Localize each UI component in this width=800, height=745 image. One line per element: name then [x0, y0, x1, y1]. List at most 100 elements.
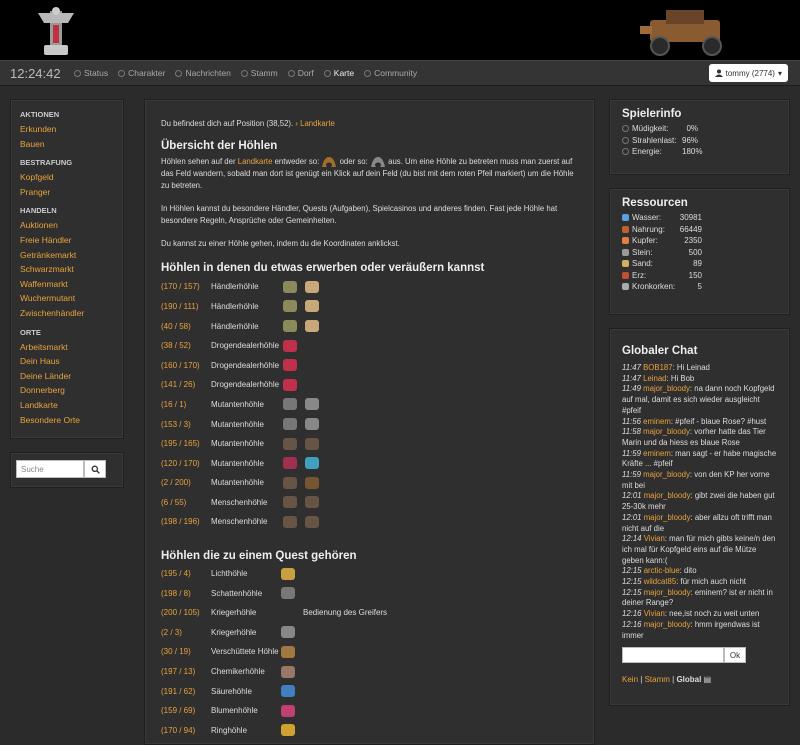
chat-user-link[interactable]: Leinad [643, 374, 666, 383]
cave-coord-link[interactable]: (195 / 165) [161, 439, 211, 448]
nav-item-status[interactable]: Status [74, 68, 108, 78]
sidebar-item[interactable]: Arbeitsmarkt [20, 340, 114, 355]
cave-coord-link[interactable]: (200 / 105) [161, 608, 211, 617]
sidebar-heading: HANDELN [20, 206, 57, 216]
user-menu-button[interactable]: tommy (2774) ▾ [708, 64, 788, 82]
sidebar-item[interactable]: Pranger [20, 185, 114, 200]
chat-user-link[interactable]: BOB187 [643, 363, 672, 372]
cave-row: (120 / 170) Mutantenhöhle [161, 453, 578, 473]
cave-item-icon-2 [305, 320, 327, 333]
cave-coord-link[interactable]: (198 / 8) [161, 589, 211, 598]
cave-coord-link[interactable]: (191 / 62) [161, 687, 211, 696]
cave-coord-link[interactable]: (170 / 94) [161, 726, 211, 735]
chat-text: : Hi Leinad [672, 363, 710, 372]
sidebar-item[interactable]: Landkarte [20, 398, 114, 413]
chat-time: 12:01 [622, 491, 642, 501]
sidebar-item[interactable]: Kopfgeld [20, 170, 114, 185]
nav-item-karte[interactable]: Karte [323, 68, 354, 78]
chat-user-link[interactable]: eminem [643, 449, 671, 458]
sidebar-item[interactable]: Deine Länder [20, 369, 114, 384]
sidebar-item[interactable]: Besondere Orte [20, 413, 114, 428]
chat-send-button[interactable]: Ok [724, 647, 746, 664]
cave-coord-link[interactable]: (170 / 157) [161, 282, 211, 291]
chat-user-link[interactable]: arctic-blue [644, 566, 680, 575]
intro-landkarte-link[interactable]: Landkarte [238, 157, 273, 166]
intro-c: oder so: [339, 157, 368, 167]
chat-user-link[interactable]: major_bloody [644, 588, 691, 597]
nav-item-nachrichten[interactable]: Nachrichten [175, 68, 231, 78]
cave-coord-link[interactable]: (30 / 19) [161, 647, 211, 656]
clock: 12:24:42 [10, 66, 61, 81]
cave-coord-link[interactable]: (141 / 26) [161, 380, 211, 389]
search-input[interactable]: Suche [16, 460, 84, 478]
chat-archive-icon[interactable]: ▤ [704, 675, 712, 684]
resource-rows: Wasser: 30981 Nahrung: 66449 Kupfer: 2350 Stei… [622, 212, 777, 293]
sidebar-item[interactable]: Freie Händler [20, 233, 114, 248]
chat-user-link[interactable]: major_bloody [644, 620, 691, 629]
resource-row: Erz: 150 [622, 270, 777, 282]
nav-charakter-icon [118, 69, 126, 77]
player-info-label: Müdigkeit: [622, 123, 682, 135]
item-icon [281, 724, 295, 737]
nav-item-stamm[interactable]: Stamm [240, 68, 278, 78]
cave-coord-link[interactable]: (160 / 170) [161, 361, 211, 370]
chat-tab-global[interactable]: Global [676, 675, 701, 684]
nav-item-dorf[interactable]: Dorf [287, 68, 314, 78]
sidebar-heading: BESTRAFUNG [20, 158, 73, 168]
cave-coord-link[interactable]: (120 / 170) [161, 459, 211, 468]
chat-time: 11:49 [622, 384, 641, 394]
resource-label: Erz: [622, 270, 676, 282]
cave-name: Menschenhöhle [211, 517, 268, 527]
chat-tab-stamm[interactable]: Stamm [645, 675, 670, 684]
sidebar-item[interactable]: Schwarzmarkt [20, 262, 114, 277]
resource-label-text: Stein: [632, 247, 653, 257]
item-icon [305, 496, 319, 509]
cave-coord-link[interactable]: (153 / 3) [161, 420, 211, 429]
cave-coord-link[interactable]: (198 / 196) [161, 517, 211, 526]
cave-coord-link[interactable]: (2 / 3) [161, 628, 211, 637]
chat-user-link[interactable]: eminem [643, 417, 671, 426]
cave-coord-link[interactable]: (197 / 13) [161, 667, 211, 676]
cave-coord-link[interactable]: (159 / 69) [161, 706, 211, 715]
sidebar-item[interactable]: Waffenmarkt [20, 277, 114, 292]
trade-caves-title: Höhlen in denen du etwas erwerben oder v… [161, 262, 485, 275]
cave-coord-link[interactable]: (195 / 4) [161, 569, 211, 578]
chat-message: 11:59 major_bloody: von den KP her vorne… [622, 470, 777, 491]
search-button[interactable] [84, 460, 106, 478]
chat-user-link[interactable]: major_bloody [643, 427, 690, 436]
chat-tab-kein[interactable]: Kein [622, 675, 638, 684]
separator: | [672, 675, 675, 685]
cave-coord-link[interactable]: (38 / 52) [161, 341, 211, 350]
sidebar-item[interactable]: Wuchermutant [20, 291, 114, 306]
chat-user-link[interactable]: Vivian [644, 534, 665, 543]
nav-item-community[interactable]: Community [364, 68, 417, 78]
cave-coord-link[interactable]: (16 / 1) [161, 400, 211, 409]
chat-user-link[interactable]: major_bloody [644, 491, 691, 500]
player-info-label-text: Müdigkeit: [632, 124, 669, 133]
resource-row: Nahrung: 66449 [622, 224, 777, 236]
sidebar-item[interactable]: Zwischenhändler [20, 306, 114, 321]
chat-user-link[interactable]: major_bloody [643, 470, 690, 479]
landkarte-link[interactable]: › Landkarte [295, 119, 334, 128]
cave-coord-link[interactable]: (40 / 58) [161, 322, 211, 331]
chat-user-link[interactable]: wildcat85 [644, 577, 677, 586]
sidebar-item[interactable]: Donnerberg [20, 383, 114, 398]
sidebar-item[interactable]: Bauen [20, 137, 114, 152]
user-name: tommy (2774) [725, 68, 775, 78]
chat-user-link[interactable]: Vivian [644, 609, 665, 618]
cave-item-icon [283, 300, 305, 313]
cave-name: Lichthöhle [211, 569, 248, 579]
cave-coord-link[interactable]: (2 / 200) [161, 478, 211, 487]
logo-icon[interactable] [30, 3, 82, 57]
cave-coord-link[interactable]: (190 / 111) [161, 302, 211, 311]
chat-user-link[interactable]: major_bloody [643, 384, 690, 393]
chat-input[interactable] [622, 647, 724, 664]
sidebar-item[interactable]: Dein Haus [20, 354, 114, 369]
sidebar-item[interactable]: Auktionen [20, 218, 114, 233]
cave-coord-link[interactable]: (6 / 55) [161, 498, 211, 507]
nav-item-charakter[interactable]: Charakter [118, 68, 165, 78]
chat-user-link[interactable]: major_bloody [644, 513, 691, 522]
sidebar-item[interactable]: Getränkemarkt [20, 248, 114, 263]
sidebar-item[interactable]: Erkunden [20, 122, 114, 137]
